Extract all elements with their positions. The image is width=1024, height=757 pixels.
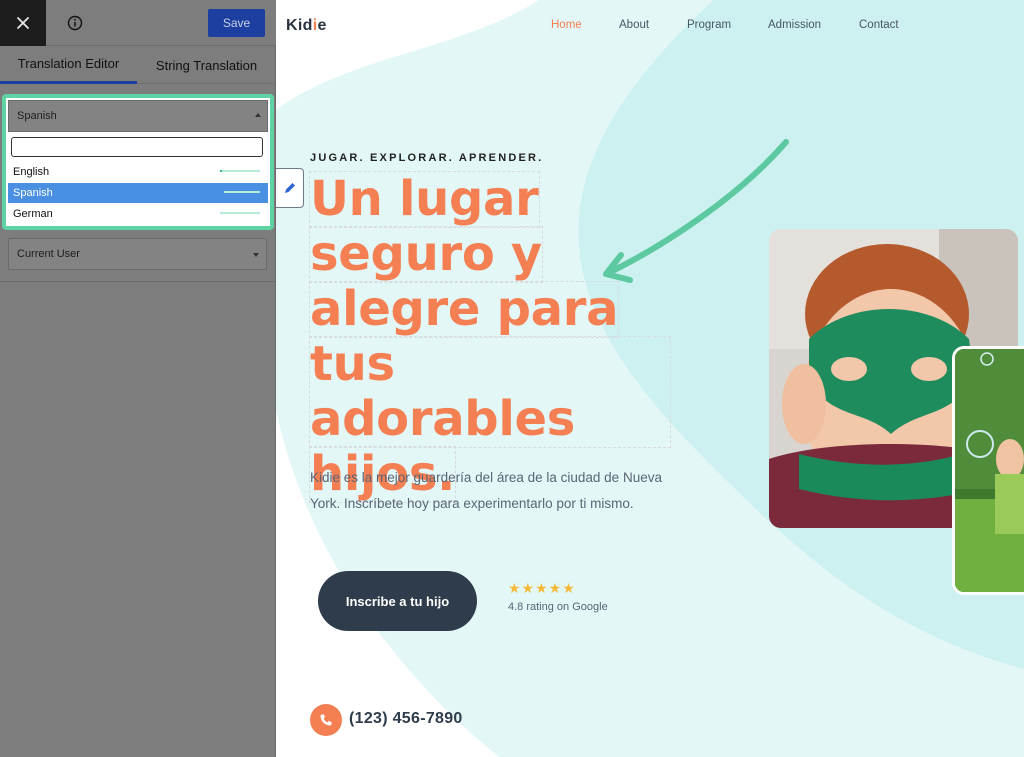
- info-button[interactable]: [60, 8, 90, 38]
- pencil-icon: [284, 183, 295, 193]
- language-option-label: English: [13, 166, 50, 178]
- phone-button[interactable]: [310, 704, 342, 736]
- chevron-down-icon: [253, 253, 259, 257]
- info-icon: [67, 15, 83, 31]
- language-select-value: Spanish: [17, 110, 57, 122]
- language-dropdown: Spanish English Spanish German: [2, 94, 274, 230]
- headline-line: alegre para: [308, 281, 620, 338]
- headline-line: seguro y: [309, 226, 543, 283]
- logo-suffix: e: [317, 17, 327, 34]
- site-preview: Kidie Home About Program Admission Conta…: [276, 0, 1024, 757]
- nav-admission[interactable]: Admission: [768, 19, 821, 31]
- panel-divider: [0, 281, 276, 282]
- hero-description: Kidie es la mejor guardería del área de …: [310, 470, 662, 511]
- language-option-label: German: [13, 208, 53, 220]
- phone-icon: [320, 714, 332, 726]
- rating-text: 4.8 rating on Google: [508, 601, 608, 613]
- save-button[interactable]: Save: [208, 9, 265, 37]
- language-option-label: Spanish: [13, 187, 53, 199]
- user-select-value: Current User: [17, 248, 80, 260]
- close-icon: [17, 17, 29, 29]
- child-bubbles-image: [955, 349, 1024, 592]
- enroll-button[interactable]: Inscribe a tu hijo: [318, 571, 477, 631]
- language-option-english[interactable]: English: [8, 162, 268, 182]
- nav-contact[interactable]: Contact: [859, 19, 899, 31]
- translation-panel: Save Translation Editor String Translati…: [0, 0, 276, 757]
- nav-program[interactable]: Program: [687, 19, 731, 31]
- panel-toolbar: Save: [0, 0, 276, 46]
- chevron-up-icon: [255, 113, 261, 117]
- language-option-spanish[interactable]: Spanish: [8, 183, 268, 203]
- hero-eyebrow: JUGAR. EXPLORAR. APRENDER.: [310, 152, 544, 164]
- nav-about[interactable]: About: [619, 19, 649, 31]
- translation-progress-bar: [224, 191, 260, 193]
- headline-line: Un lugar: [309, 171, 540, 228]
- language-option-german[interactable]: German: [8, 204, 268, 224]
- translation-progress-bar: [220, 170, 260, 172]
- tab-string-translation[interactable]: String Translation: [137, 46, 276, 84]
- user-select[interactable]: Current User: [8, 238, 267, 270]
- panel-tabs: Translation Editor String Translation: [0, 46, 276, 84]
- language-select[interactable]: Spanish: [8, 100, 268, 132]
- site-nav: Kidie Home About Program Admission Conta…: [276, 0, 1024, 54]
- phone-number[interactable]: (123) 456-7890: [349, 710, 463, 728]
- language-search-input[interactable]: [11, 137, 263, 157]
- site-logo[interactable]: Kidie: [286, 17, 327, 35]
- nav-home[interactable]: Home: [551, 19, 582, 31]
- rating-stars-icon: ★★★★★: [508, 580, 576, 596]
- hero-headline[interactable]: Un lugar seguro y alegre para tus adorab…: [308, 171, 671, 503]
- translation-progress-bar: [220, 212, 260, 214]
- edit-translation-button[interactable]: [276, 168, 304, 208]
- close-button[interactable]: [0, 0, 46, 46]
- tab-translation-editor[interactable]: Translation Editor: [0, 46, 137, 84]
- headline-line: tus adorables: [309, 336, 671, 448]
- logo-prefix: Kid: [286, 17, 313, 34]
- hero-photo-bubbles: [952, 346, 1024, 595]
